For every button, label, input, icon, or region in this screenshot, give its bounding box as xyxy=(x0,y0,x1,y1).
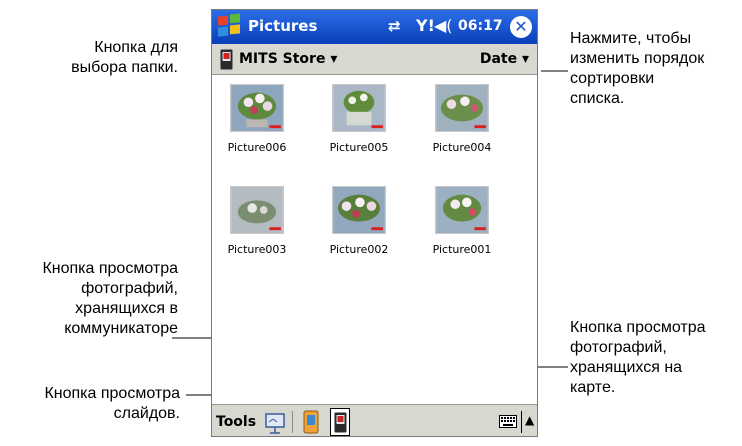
app-title: Pictures xyxy=(248,17,318,35)
callout-device-photos: Кнопка просмотра фотографий, хранящихся … xyxy=(8,259,178,339)
windows-flag-icon[interactable] xyxy=(215,13,243,41)
folder-dropdown[interactable]: MITS Store ▾ xyxy=(239,51,337,67)
sync-icon[interactable]: ⇄ xyxy=(388,17,401,35)
folder-bar: MITS Store ▾ Date ▾ xyxy=(212,44,537,75)
callout-folder: Кнопка для выбора папки. xyxy=(36,38,178,78)
callout-line: Кнопка просмотра xyxy=(570,319,706,336)
input-panel-arrow-icon[interactable]: ▲ xyxy=(525,413,534,427)
title-bar: Pictures ⇄ Y! ◀( 06:17 ✕ xyxy=(212,10,537,44)
keyboard-icon[interactable] xyxy=(499,415,517,428)
flower-photo xyxy=(435,186,489,234)
volume-icon[interactable]: ◀( xyxy=(434,16,453,35)
picture-name: Picture003 xyxy=(227,243,287,256)
storage-card-icon xyxy=(334,412,347,433)
picture-name: Picture006 xyxy=(227,141,287,154)
flower-photo xyxy=(230,84,284,132)
callout-line: фотографий, xyxy=(570,339,667,356)
tools-menu[interactable]: Tools xyxy=(216,414,256,430)
callout-line: карте. xyxy=(570,379,616,396)
toolbar-separator xyxy=(521,411,522,433)
card-button-frame[interactable] xyxy=(330,408,350,436)
pictures-screen: Pictures ⇄ Y! ◀( 06:17 ✕ MITS Store ▾ Da… xyxy=(211,9,538,437)
close-button[interactable]: ✕ xyxy=(510,16,532,38)
callout-line: Кнопка просмотра xyxy=(42,260,178,277)
flower-photo xyxy=(230,186,284,234)
callout-line: Нажмите, чтобы xyxy=(570,30,692,47)
picture-thumbnail[interactable]: Picture002 xyxy=(314,178,414,258)
bottom-toolbar: Tools ▲ xyxy=(212,404,537,436)
flower-photo xyxy=(435,84,489,132)
picture-grid: Picture006 Picture005 Picture004 Picture… xyxy=(212,76,537,396)
callout-line: хранящихся на xyxy=(570,359,683,376)
clock[interactable]: 06:17 xyxy=(458,18,503,34)
slideshow-icon[interactable] xyxy=(264,409,286,435)
picture-thumbnail[interactable]: Picture001 xyxy=(417,178,517,258)
callout-line: выбора папки. xyxy=(71,59,178,76)
flower-photo xyxy=(332,186,386,234)
callout-line: слайдов. xyxy=(113,405,180,422)
device-memory-icon[interactable] xyxy=(303,409,319,435)
picture-thumbnail[interactable]: Picture003 xyxy=(212,178,312,258)
callout-line: сортировки xyxy=(570,70,655,87)
callout-line: изменить порядок xyxy=(570,50,705,67)
callout-card-photos: Кнопка просмотра фотографий, хранящихся … xyxy=(570,318,706,398)
picture-name: Picture002 xyxy=(329,243,389,256)
callout-slides: Кнопка просмотра слайдов. xyxy=(8,384,180,424)
picture-name: Picture001 xyxy=(432,243,492,256)
picture-thumbnail[interactable]: Picture004 xyxy=(417,76,517,156)
flower-photo xyxy=(332,84,386,132)
callout-line: коммуникаторе xyxy=(64,320,178,337)
callout-line: списка. xyxy=(570,90,625,107)
callout-sort: Нажмите, чтобы изменить порядок сортиров… xyxy=(570,29,704,109)
signal-icon[interactable]: Y! xyxy=(416,16,435,35)
callout-line: фотографий, xyxy=(81,280,178,297)
callout-line: Кнопка для xyxy=(94,39,178,56)
device-memory-icon[interactable] xyxy=(220,49,233,70)
callout-line: хранящихся в xyxy=(75,300,178,317)
callout-line: Кнопка просмотра xyxy=(44,385,180,402)
picture-thumbnail[interactable]: Picture006 xyxy=(212,76,312,156)
toolbar-separator xyxy=(292,411,293,433)
sort-dropdown[interactable]: Date ▾ xyxy=(480,51,529,67)
picture-name: Picture005 xyxy=(329,141,389,154)
picture-thumbnail[interactable]: Picture005 xyxy=(314,76,414,156)
picture-name: Picture004 xyxy=(432,141,492,154)
